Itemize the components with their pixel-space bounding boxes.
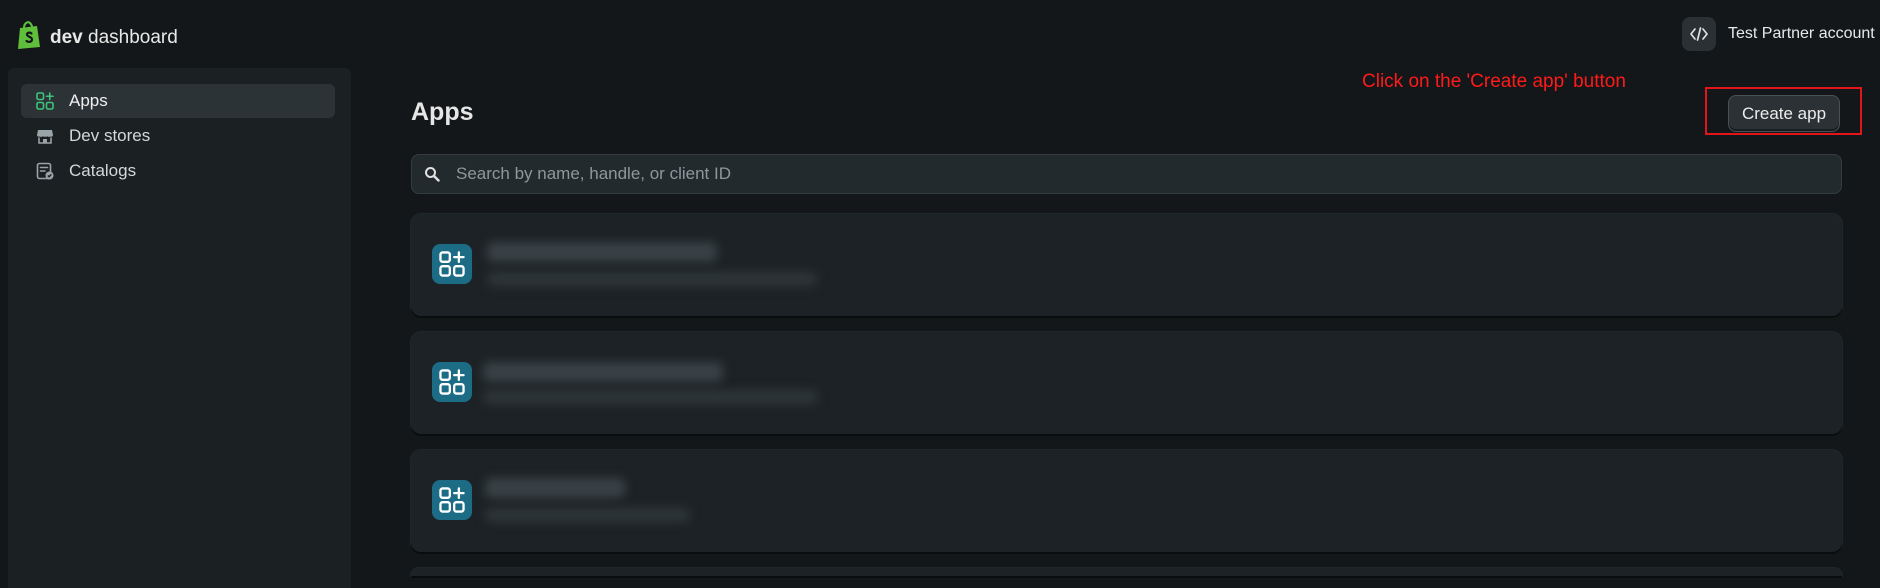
blurred-app-name bbox=[485, 478, 625, 498]
apps-icon bbox=[35, 91, 55, 111]
app-card[interactable] bbox=[411, 332, 1842, 434]
app-card[interactable] bbox=[411, 214, 1842, 316]
app-card[interactable] bbox=[411, 450, 1842, 552]
blurred-app-name bbox=[483, 362, 723, 382]
blurred-app-detail bbox=[483, 390, 818, 404]
app-icon bbox=[432, 480, 472, 520]
blurred-app-name bbox=[487, 242, 717, 262]
brand-logo[interactable]: dev dashboard bbox=[16, 20, 178, 55]
sidebar-item-apps[interactable]: Apps bbox=[21, 84, 335, 118]
shopify-bag-icon bbox=[16, 20, 42, 55]
sidebar-item-label: Catalogs bbox=[69, 161, 137, 180]
account-switcher[interactable]: Test Partner account bbox=[1682, 16, 1880, 52]
sidebar-item-label: Apps bbox=[69, 91, 108, 110]
app-icon bbox=[432, 362, 472, 402]
sidebar-item-catalogs[interactable]: Catalogs bbox=[21, 154, 335, 188]
sidebar-item-dev-stores[interactable]: Dev stores bbox=[21, 119, 335, 153]
app-card[interactable] bbox=[411, 568, 1842, 576]
instruction-annotation: Click on the 'Create app' button bbox=[1362, 71, 1626, 92]
blurred-app-detail bbox=[487, 272, 817, 286]
sidebar: Apps Dev stores Catalogs bbox=[8, 68, 351, 588]
account-name: Test Partner account bbox=[1728, 25, 1875, 42]
create-app-button[interactable]: Create app bbox=[1728, 95, 1840, 132]
search-input[interactable] bbox=[454, 163, 1841, 185]
blurred-app-detail bbox=[485, 508, 690, 522]
search-bar[interactable] bbox=[411, 154, 1842, 194]
top-bar: dev dashboard Test Partner account bbox=[0, 0, 1880, 68]
search-icon bbox=[424, 166, 440, 182]
app-icon bbox=[432, 244, 472, 284]
catalog-icon bbox=[35, 161, 55, 181]
brand-name: dev dashboard bbox=[50, 26, 178, 48]
store-icon bbox=[35, 126, 55, 146]
sidebar-item-label: Dev stores bbox=[69, 126, 151, 145]
page-title: Apps bbox=[411, 98, 474, 126]
code-icon bbox=[1682, 17, 1716, 51]
